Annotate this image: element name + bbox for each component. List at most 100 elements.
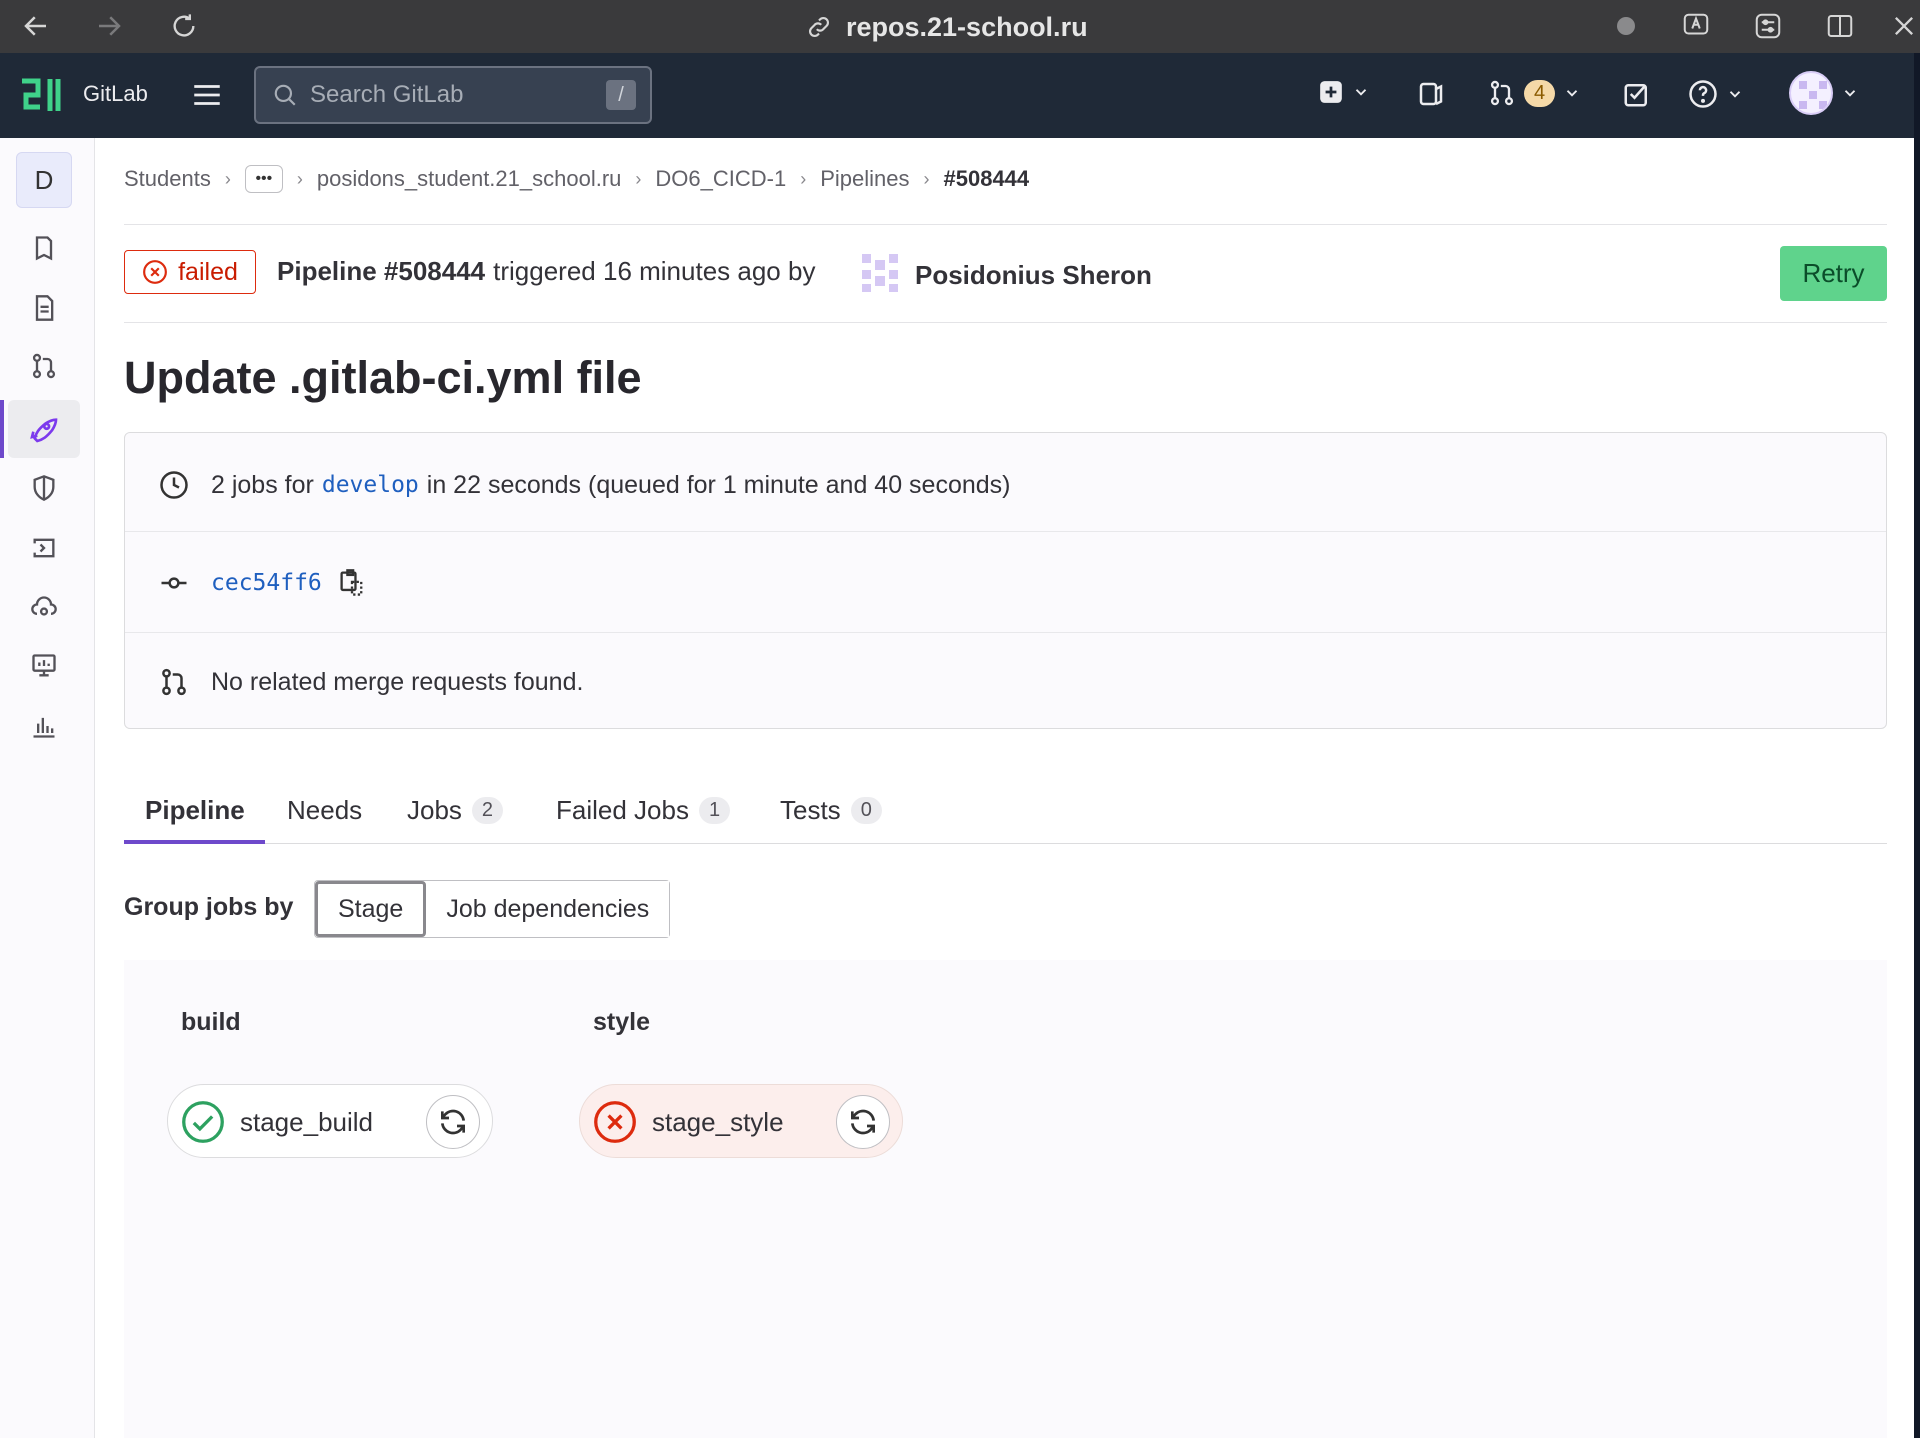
sidebar-item-issues-icon[interactable]	[24, 288, 64, 328]
user-avatar[interactable]	[858, 250, 902, 294]
group-by-stage-button[interactable]: Stage	[315, 881, 427, 937]
active-indicator	[0, 400, 4, 458]
tab-jobs[interactable]: Jobs 2	[407, 776, 504, 844]
pipeline-id: Pipeline #508444	[277, 256, 486, 286]
status-text: failed	[178, 257, 238, 286]
project-sidebar: D	[0, 138, 95, 1438]
help-dropdown[interactable]	[1688, 79, 1744, 109]
brand-name[interactable]: GitLab	[83, 81, 148, 107]
no-merge-requests-text: No related merge requests found.	[211, 667, 584, 696]
commit-icon	[159, 568, 189, 598]
address-bar[interactable]: repos.21-school.ru	[806, 8, 1088, 46]
tab-failed-jobs[interactable]: Failed Jobs 1	[556, 776, 731, 844]
group-by-dependencies-button[interactable]: Job dependencies	[426, 881, 670, 937]
sidebar-item-analytics-icon[interactable]	[24, 706, 64, 746]
issues-icon[interactable]	[1416, 79, 1446, 109]
divider	[125, 531, 1886, 532]
sidebar-item-security-shield-icon[interactable]	[24, 468, 64, 508]
divider	[124, 322, 1887, 323]
jobs-summary-prefix: 2 jobs for	[211, 470, 314, 499]
failed-status-icon	[142, 259, 168, 285]
job-stage-style[interactable]: stage_style	[579, 1084, 903, 1158]
merge-requests-count-badge: 4	[1524, 79, 1556, 107]
tab-label: Jobs	[407, 794, 462, 825]
search-icon	[272, 82, 298, 108]
job-stage-build[interactable]: stage_build	[167, 1084, 493, 1158]
divider	[124, 224, 1887, 225]
copy-clipboard-icon[interactable]	[338, 568, 366, 598]
merge-request-icon	[159, 667, 189, 697]
pipeline-tabs: Pipeline Needs Jobs 2 Failed Jobs 1 Test…	[124, 776, 1887, 844]
breadcrumb-more-button[interactable]: •••	[244, 165, 283, 193]
chevron-right-icon: ›	[296, 168, 303, 189]
sidebar-item-infrastructure-icon[interactable]	[24, 588, 64, 628]
merge-requests-row: No related merge requests found.	[125, 660, 1886, 704]
active-tab-indicator	[124, 840, 265, 844]
status-badge[interactable]: failed	[124, 250, 256, 294]
search-placeholder: Search GitLab	[310, 81, 464, 108]
search-shortcut-key: /	[606, 80, 636, 110]
tab-label: Failed Jobs	[556, 794, 689, 825]
sidebar-item-deployments-icon[interactable]	[24, 528, 64, 568]
search-input[interactable]: Search GitLab /	[254, 66, 652, 124]
chevron-down-icon	[1352, 83, 1370, 101]
clock-icon	[159, 470, 189, 500]
user-name-link[interactable]: Posidonius Sheron	[915, 260, 1152, 291]
pipeline-info-card: 2 jobs for develop in 22 seconds (queued…	[124, 432, 1887, 729]
tab-count-badge: 2	[471, 796, 504, 824]
job-name: stage_style	[652, 1107, 784, 1137]
tab-needs[interactable]: Needs	[287, 776, 362, 844]
create-new-dropdown[interactable]	[1318, 79, 1370, 105]
job-name: stage_build	[240, 1107, 373, 1137]
chevron-right-icon: ›	[224, 168, 231, 189]
settings-sliders-icon[interactable]	[1748, 6, 1788, 46]
forward-icon[interactable]	[89, 6, 129, 46]
tab-count-badge: 1	[698, 796, 731, 824]
project-avatar[interactable]: D	[16, 152, 72, 208]
breadcrumb-item-project[interactable]: DO6_CICD-1	[655, 166, 786, 192]
browser-toolbar: repos.21-school.ru	[0, 0, 1920, 53]
tab-tests[interactable]: Tests 0	[780, 776, 882, 844]
user-menu-dropdown[interactable]	[1789, 71, 1859, 115]
tab-label: Needs	[287, 794, 363, 825]
chevron-right-icon: ›	[635, 168, 642, 189]
back-icon[interactable]	[16, 6, 56, 46]
chevron-right-icon: ›	[800, 168, 807, 189]
jobs-summary-suffix: in 22 seconds (queued for 1 minute and 4…	[426, 470, 1011, 499]
tab-label: Pipeline	[145, 794, 245, 825]
translate-icon[interactable]	[1676, 6, 1716, 46]
branch-link[interactable]: develop	[322, 472, 419, 498]
sidebar-item-ci-cd-rocket-icon[interactable]	[8, 400, 80, 458]
success-status-icon	[181, 1100, 225, 1144]
school-21-logo-icon[interactable]	[20, 75, 66, 115]
sidebar-item-monitor-icon[interactable]	[24, 646, 64, 686]
sidebar-item-repository-icon[interactable]	[24, 228, 64, 268]
group-by-toggle: Stage Job dependencies	[314, 880, 671, 938]
breadcrumb-item-namespace[interactable]: posidons_student.21_school.ru	[317, 166, 622, 192]
retry-job-icon[interactable]	[836, 1095, 890, 1149]
avatar	[1789, 71, 1833, 115]
scrollbar[interactable]	[1914, 53, 1920, 1438]
triggered-text: triggered 16 minutes ago by	[493, 256, 816, 286]
retry-job-icon[interactable]	[426, 1095, 480, 1149]
todos-icon[interactable]	[1622, 79, 1652, 109]
retry-button[interactable]: Retry	[1780, 246, 1887, 301]
breadcrumb: Students › ••• › posidons_student.21_sch…	[124, 165, 1029, 193]
extension-icon[interactable]	[1606, 6, 1646, 46]
hamburger-menu-icon[interactable]	[190, 78, 224, 112]
commit-sha-link[interactable]: cec54ff6	[211, 570, 322, 596]
group-by-label: Group jobs by	[124, 893, 294, 921]
tab-pipeline[interactable]: Pipeline	[145, 776, 245, 844]
split-view-icon[interactable]	[1820, 6, 1860, 46]
chevron-right-icon: ›	[923, 168, 930, 189]
reload-icon[interactable]	[164, 6, 204, 46]
tab-label: Tests	[780, 794, 841, 825]
merge-requests-dropdown[interactable]: 4	[1488, 79, 1581, 107]
breadcrumb-item-students[interactable]: Students	[124, 166, 211, 192]
close-icon[interactable]	[1884, 6, 1920, 46]
divider	[125, 632, 1886, 633]
breadcrumb-current[interactable]: #508444	[944, 166, 1030, 192]
breadcrumb-item-pipelines[interactable]: Pipelines	[820, 166, 909, 192]
url-text: repos.21-school.ru	[846, 11, 1088, 42]
sidebar-item-merge-requests-icon[interactable]	[24, 346, 64, 386]
